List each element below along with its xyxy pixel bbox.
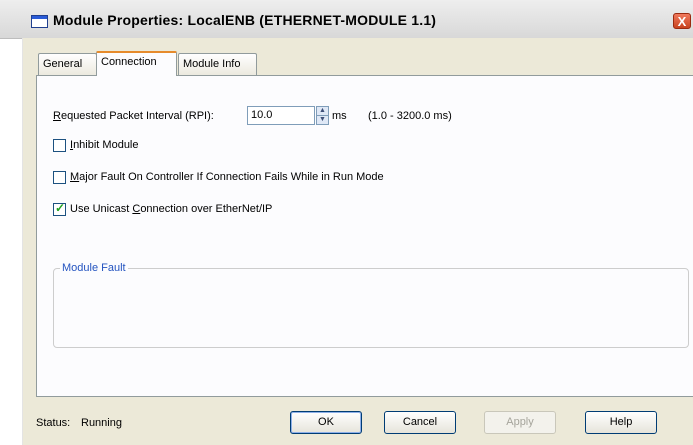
rpi-label: Requested Packet Interval (RPI): xyxy=(53,110,214,122)
unicast-connection-checkbox[interactable]: ✓ xyxy=(53,201,66,216)
cancel-button[interactable]: Cancel xyxy=(384,411,456,434)
inhibit-module-checkbox[interactable] xyxy=(53,139,66,152)
tab-connection[interactable]: Connection xyxy=(96,51,177,76)
spin-up-icon[interactable]: ▲ xyxy=(317,107,328,115)
rpi-input[interactable]: 10.0 xyxy=(247,106,315,125)
spin-down-icon[interactable]: ▼ xyxy=(317,115,328,124)
title-bar[interactable]: Module Properties: LocalENB (ETHERNET-MO… xyxy=(0,0,693,39)
inhibit-module-label[interactable]: Inhibit Module xyxy=(70,139,139,151)
module-fault-group xyxy=(53,268,689,348)
help-button[interactable]: Help xyxy=(585,411,657,434)
tab-module-info-label: Module Info xyxy=(183,58,241,70)
tab-general-label: General xyxy=(43,58,83,70)
window-title: Module Properties: LocalENB (ETHERNET-MO… xyxy=(53,12,437,28)
rpi-spinner[interactable]: ▲ ▼ xyxy=(316,106,329,125)
tab-general[interactable]: General xyxy=(38,53,97,75)
rpi-range: (1.0 - 3200.0 ms) xyxy=(368,110,452,122)
checkmark-icon: ✓ xyxy=(55,201,66,215)
major-fault-checkbox[interactable] xyxy=(53,171,66,184)
rpi-unit: ms xyxy=(332,110,347,122)
ok-button[interactable]: OK xyxy=(290,411,362,434)
unicast-connection-label[interactable]: Use Unicast Connection over EtherNet/IP xyxy=(70,203,272,215)
major-fault-label[interactable]: Major Fault On Controller If Connection … xyxy=(70,171,384,183)
close-button[interactable]: X xyxy=(673,13,691,29)
window-icon xyxy=(31,15,48,28)
module-properties-dialog: Module Properties: LocalENB (ETHERNET-MO… xyxy=(0,0,693,445)
status-label: Status: xyxy=(36,417,71,429)
tab-module-info[interactable]: Module Info xyxy=(178,53,257,75)
tab-connection-label: Connection xyxy=(101,56,157,68)
apply-button[interactable]: Apply xyxy=(484,411,556,434)
status-value: Running xyxy=(81,417,122,429)
module-fault-title: Module Fault xyxy=(60,262,128,274)
connection-panel xyxy=(36,75,693,397)
